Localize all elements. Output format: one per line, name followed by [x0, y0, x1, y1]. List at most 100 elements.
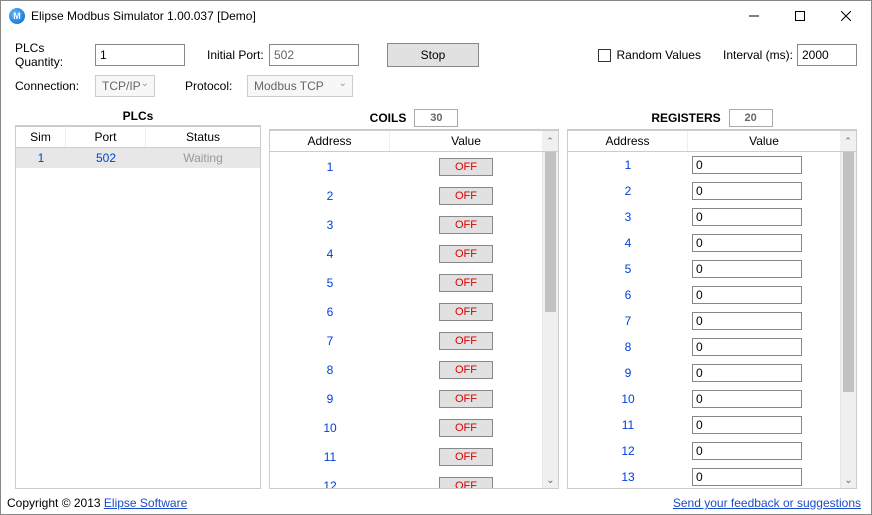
close-button[interactable]: [823, 1, 869, 31]
maximize-icon: [795, 11, 805, 21]
coil-row: 6 OFF: [270, 297, 542, 326]
coil-address: 12: [270, 479, 390, 489]
register-address: 3: [568, 210, 688, 224]
coil-value-button[interactable]: OFF: [439, 216, 493, 234]
coil-value-button[interactable]: OFF: [439, 477, 493, 489]
plcs-title: PLCs: [15, 107, 261, 125]
coil-value-button[interactable]: OFF: [439, 419, 493, 437]
coil-value-button[interactable]: OFF: [439, 245, 493, 263]
coil-row: 3 OFF: [270, 210, 542, 239]
register-value-input[interactable]: [692, 208, 802, 226]
register-row: 4: [568, 230, 840, 256]
register-value-input[interactable]: [692, 416, 802, 434]
register-row: 11: [568, 412, 840, 438]
random-values-label: Random Values: [616, 48, 701, 62]
register-address: 6: [568, 288, 688, 302]
plc-row[interactable]: 1 502 Waiting: [16, 148, 260, 168]
plcs-qty-label: PLCs Quantity:: [15, 41, 95, 69]
register-value-input[interactable]: [692, 442, 802, 460]
interval-label: Interval (ms):: [723, 48, 793, 62]
coil-value-button[interactable]: OFF: [439, 187, 493, 205]
coil-address: 11: [270, 450, 390, 464]
register-value-input[interactable]: [692, 260, 802, 278]
protocol-dropdown[interactable]: Modbus TCP: [247, 75, 353, 97]
coils-scroll-up[interactable]: ⌃: [542, 130, 558, 152]
initial-port-input[interactable]: [269, 44, 359, 66]
register-value-input[interactable]: [692, 312, 802, 330]
coil-value-button[interactable]: OFF: [439, 274, 493, 292]
coils-scroll-thumb[interactable]: [545, 152, 556, 312]
elipse-link[interactable]: Elipse Software: [104, 496, 187, 510]
coil-address: 3: [270, 218, 390, 232]
register-address: 13: [568, 470, 688, 484]
coils-col-addr: Address: [270, 131, 390, 151]
register-value-input[interactable]: [692, 234, 802, 252]
plcs-header: Sim Port Status: [16, 126, 260, 148]
coils-scroll-down[interactable]: ⌄: [543, 472, 558, 488]
registers-scrollbar[interactable]: ⌄: [840, 152, 856, 488]
register-address: 12: [568, 444, 688, 458]
register-value-input[interactable]: [692, 156, 802, 174]
coil-row: 9 OFF: [270, 384, 542, 413]
register-row: 13: [568, 464, 840, 488]
register-row: 12: [568, 438, 840, 464]
registers-scroll-down[interactable]: ⌄: [841, 472, 856, 488]
register-value-input[interactable]: [692, 286, 802, 304]
coil-address: 8: [270, 363, 390, 377]
coil-address: 9: [270, 392, 390, 406]
register-value-input[interactable]: [692, 364, 802, 382]
coils-title: COILS: [370, 111, 407, 125]
coil-row: 7OFF: [270, 326, 542, 355]
register-address: 1: [568, 158, 688, 172]
app-icon: M: [9, 8, 25, 24]
minimize-icon: [749, 11, 759, 21]
random-values-checkbox[interactable]: [598, 49, 611, 62]
register-row: 1: [568, 152, 840, 178]
coil-value-button[interactable]: OFF: [439, 448, 493, 466]
registers-scroll-up[interactable]: ⌃: [840, 130, 856, 152]
protocol-label: Protocol:: [185, 79, 247, 93]
register-value-input[interactable]: [692, 468, 802, 486]
coil-address: 1: [270, 160, 390, 174]
plcs-col-sim: Sim: [16, 127, 66, 147]
coil-row: 2 OFF: [270, 181, 542, 210]
connection-dropdown[interactable]: TCP/IP: [95, 75, 155, 97]
plcs-qty-input[interactable]: [95, 44, 185, 66]
register-row: 10: [568, 386, 840, 412]
chevron-up-icon: ⌃: [546, 136, 554, 147]
coil-value-button[interactable]: OFF: [439, 158, 493, 176]
coil-row: 1 OFF: [270, 152, 542, 181]
coil-row: 10OFF: [270, 413, 542, 442]
coils-scrollbar[interactable]: ⌄: [542, 152, 558, 488]
coil-value-button[interactable]: OFF: [439, 361, 493, 379]
register-row: 6: [568, 282, 840, 308]
coil-value-button[interactable]: OFF: [439, 390, 493, 408]
controls-row-1: PLCs Quantity: Initial Port: Stop Random…: [15, 41, 857, 69]
coil-address: 6: [270, 305, 390, 319]
register-value-input[interactable]: [692, 338, 802, 356]
registers-header: Address Value: [568, 130, 840, 152]
initial-port-label: Initial Port:: [207, 48, 269, 62]
register-value-input[interactable]: [692, 182, 802, 200]
controls-row-2: Connection: TCP/IP Protocol: Modbus TCP: [15, 75, 857, 97]
coil-row: 11 OFF: [270, 442, 542, 471]
register-row: 3: [568, 204, 840, 230]
feedback-link[interactable]: Send your feedback or suggestions: [673, 496, 861, 510]
coil-value-button[interactable]: OFF: [439, 303, 493, 321]
coil-value-button[interactable]: OFF: [439, 332, 493, 350]
stop-button[interactable]: Stop: [387, 43, 479, 67]
coils-col-value: Value: [390, 131, 542, 151]
registers-col-value: Value: [688, 131, 840, 151]
chevron-down-icon: ⌄: [546, 475, 554, 486]
maximize-button[interactable]: [777, 1, 823, 31]
coils-title-row: COILS 30: [269, 107, 559, 129]
window-title: Elipse Modbus Simulator 1.00.037 [Demo]: [31, 9, 731, 23]
register-address: 7: [568, 314, 688, 328]
registers-scroll-thumb[interactable]: [843, 152, 854, 392]
interval-input[interactable]: [797, 44, 857, 66]
coil-address: 2: [270, 189, 390, 203]
registers-col-addr: Address: [568, 131, 688, 151]
register-value-input[interactable]: [692, 390, 802, 408]
minimize-button[interactable]: [731, 1, 777, 31]
title-bar: M Elipse Modbus Simulator 1.00.037 [Demo…: [1, 1, 871, 31]
